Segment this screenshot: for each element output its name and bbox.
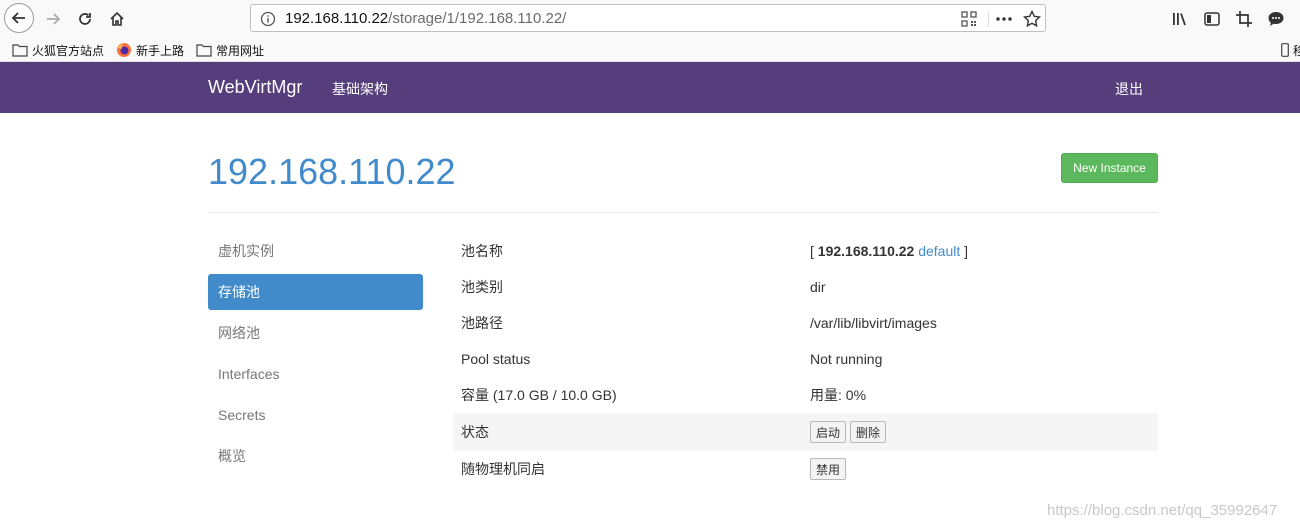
header-divider <box>208 212 1158 213</box>
watermark: https://blog.csdn.net/qq_35992647 <box>1047 502 1278 519</box>
mobile-device-icon <box>1281 43 1289 57</box>
firefox-icon <box>117 43 131 57</box>
table-row-autostart: 随物理机同启 禁用 <box>453 451 1158 487</box>
pool-name-value: [ 192.168.110.22 default ] <box>810 243 968 259</box>
top-navbar: WebVirtMgr 基础架构 退出 <box>0 62 1300 113</box>
home-icon <box>110 11 124 26</box>
table-row-pool-type: 池类别 dir <box>453 269 1158 305</box>
pool-status-label: Pool status <box>461 351 531 367</box>
library-icon[interactable] <box>1170 9 1190 29</box>
url-bar[interactable]: 192.168.110.22/storage/1/192.168.110.22/ <box>250 4 1046 32</box>
urlbar-divider <box>988 11 989 27</box>
brand-link[interactable]: WebVirtMgr <box>208 77 302 98</box>
sidebar-item-storage[interactable]: 存储池 <box>208 274 423 310</box>
page-title: 192.168.110.22 <box>208 151 456 192</box>
folder-icon <box>196 44 212 57</box>
arrow-left-icon <box>11 12 25 24</box>
state-label: 状态 <box>461 424 489 440</box>
table-row-pool-name: 池名称 [ 192.168.110.22 default ] <box>453 233 1158 269</box>
pool-name-label: 池名称 <box>461 243 503 259</box>
sidebar-item-interfaces[interactable]: Interfaces <box>208 356 423 392</box>
bookmark-star-icon[interactable] <box>1022 9 1042 29</box>
pool-path-value: /var/lib/libvirt/images <box>810 315 937 331</box>
home-button[interactable] <box>102 4 132 34</box>
url-path: /storage/1/192.168.110.22/ <box>388 10 567 27</box>
nav-link-logout[interactable]: 退出 <box>1115 79 1143 99</box>
disable-autostart-button[interactable]: 禁用 <box>810 458 847 480</box>
more-actions-icon[interactable] <box>994 9 1014 29</box>
pool-name-close-bracket: ] <box>964 243 969 259</box>
browser-toolbar: 192.168.110.22/storage/1/192.168.110.22/ <box>0 0 1300 38</box>
bookmark-label: 火狐官方站点 <box>32 43 105 58</box>
new-instance-button[interactable]: New Instance <box>1061 153 1158 183</box>
reload-icon <box>79 13 91 25</box>
bookmark-item[interactable]: 新手上路 <box>116 41 184 59</box>
reload-button[interactable] <box>70 4 100 34</box>
autostart-actions: 禁用 <box>810 458 850 480</box>
url-text[interactable]: 192.168.110.22/storage/1/192.168.110.22/ <box>285 10 566 27</box>
sidebar-toggle-icon[interactable] <box>1202 9 1222 29</box>
folder-icon <box>12 44 28 57</box>
table-row-pool-path: 池路径 /var/lib/libvirt/images <box>453 305 1158 341</box>
bookmark-item[interactable]: 常用网址 <box>196 41 264 59</box>
url-host: 192.168.110.22 <box>285 10 389 27</box>
autostart-label: 随物理机同启 <box>461 461 545 477</box>
pool-type-value: dir <box>810 279 826 295</box>
pool-path-label: 池路径 <box>461 315 503 331</box>
back-button[interactable] <box>4 3 34 33</box>
pool-name-link[interactable]: default <box>918 243 960 259</box>
start-button[interactable]: 启动 <box>810 421 847 443</box>
sidebar-item-overview[interactable]: 概览 <box>208 438 423 474</box>
nav-link-infrastructure[interactable]: 基础架构 <box>332 79 388 99</box>
sidebar-item-secrets[interactable]: Secrets <box>208 397 423 433</box>
mobile-bookmarks[interactable]: 移 <box>1281 41 1300 59</box>
bookmark-label: 新手上路 <box>136 43 185 58</box>
table-row-state: 状态 启动 删除 <box>453 413 1158 451</box>
table-row-pool-status: Pool status Not running <box>453 341 1158 377</box>
mobile-bookmarks-label: 移 <box>1293 43 1300 58</box>
screenshot-crop-icon[interactable] <box>1234 9 1254 29</box>
table-row-capacity: 容量 (17.0 GB / 10.0 GB) 用量: 0% <box>453 377 1158 413</box>
forward-button[interactable] <box>38 4 68 34</box>
pool-status-value: Not running <box>810 351 883 367</box>
bookmark-item[interactable]: 火狐官方站点 <box>12 41 104 59</box>
info-icon[interactable] <box>258 9 278 29</box>
arrow-right-icon <box>47 13 61 25</box>
bookmarks-bar: 火狐官方站点 新手上路 常用网址 移 <box>0 38 1300 62</box>
usage-value: 用量: 0% <box>810 387 867 403</box>
capacity-label: 容量 (17.0 GB / 10.0 GB) <box>461 387 617 403</box>
qr-code-icon[interactable] <box>959 9 979 29</box>
sidebar-item-networks[interactable]: 网络池 <box>208 315 423 351</box>
pool-name-host: 192.168.110.22 <box>817 243 915 259</box>
pool-type-label: 池类别 <box>461 279 503 295</box>
delete-button[interactable]: 删除 <box>850 421 887 443</box>
chat-bubble-icon[interactable] <box>1266 9 1286 29</box>
state-actions: 启动 删除 <box>810 421 890 443</box>
pool-name-open-bracket: [ <box>810 243 814 259</box>
sidebar-item-instances[interactable]: 虚机实例 <box>208 233 423 269</box>
bookmark-label: 常用网址 <box>216 43 265 58</box>
